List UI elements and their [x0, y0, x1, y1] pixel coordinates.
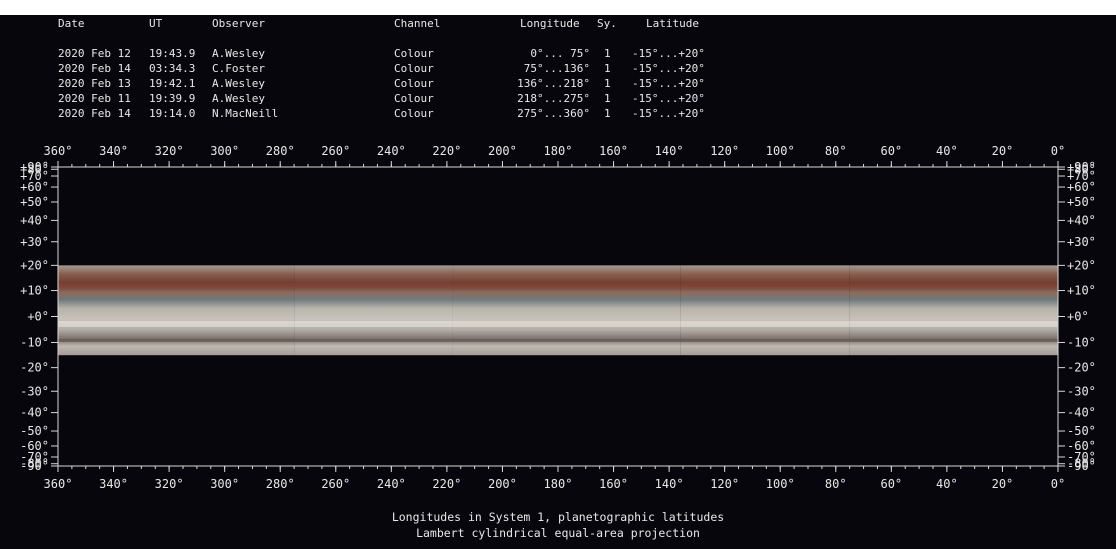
- belt-streak: [680, 283, 850, 289]
- lon-label-bottom: 280°: [266, 477, 295, 491]
- lat-label-right: +50°: [1067, 195, 1096, 209]
- lon-label-top: 140°: [655, 144, 684, 158]
- lon-label-top: 20°: [992, 144, 1014, 158]
- lon-label-top: 240°: [377, 144, 406, 158]
- lon-label-top: 40°: [936, 144, 958, 158]
- lon-label-bottom: 340°: [99, 477, 128, 491]
- lon-label-top: 60°: [880, 144, 902, 158]
- lon-label-bottom: 320°: [155, 477, 184, 491]
- caption-projection: Lambert cylindrical equal-area projectio…: [416, 526, 700, 540]
- zone-streak: [452, 321, 681, 328]
- lon-label-top: 160°: [599, 144, 628, 158]
- strip-image: [294, 265, 453, 356]
- lat-label-left: +0°: [27, 310, 49, 324]
- lat-label-left: +20°: [20, 258, 49, 272]
- lon-label-bottom: 80°: [825, 477, 847, 491]
- lon-label-bottom: 300°: [210, 477, 239, 491]
- cylindrical-map: 360° 360° 340° 340° 320° 320° 300° 300° 280° 280°…: [20, 144, 1096, 491]
- lon-label-top: 260°: [321, 144, 350, 158]
- lat-label-left: +10°: [20, 284, 49, 298]
- belt-streak: [58, 283, 295, 289]
- south-belt-line: [294, 339, 453, 343]
- imaged-strips: [58, 265, 1058, 356]
- belt-streak: [294, 283, 453, 289]
- lon-label-top: 120°: [710, 144, 739, 158]
- lon-label-top: 100°: [766, 144, 795, 158]
- lat-label-left: -20°: [20, 361, 49, 375]
- zone-streak: [680, 321, 850, 328]
- lon-label-bottom: 180°: [544, 477, 573, 491]
- lat-label-right: -50°: [1067, 424, 1096, 438]
- lat-label-right: -20°: [1067, 361, 1096, 375]
- strip-image: [849, 265, 1058, 356]
- lon-label-bottom: 60°: [880, 477, 902, 491]
- lon-label-bottom: 20°: [992, 477, 1014, 491]
- lon-label-bottom: 360°: [44, 477, 73, 491]
- lat-label-left: -50°: [20, 424, 49, 438]
- lat-label-left: -10°: [20, 335, 49, 349]
- strip-image: [680, 265, 850, 356]
- lat-label-left: -30°: [20, 384, 49, 398]
- lat-label-right: -90°: [1067, 459, 1096, 473]
- lon-label-top: 340°: [99, 144, 128, 158]
- lat-label-right: +40°: [1067, 213, 1096, 227]
- lat-label-left: +50°: [20, 195, 49, 209]
- south-belt-line: [849, 339, 1058, 343]
- lon-label-top: 220°: [432, 144, 461, 158]
- lon-label-top: 360°: [44, 144, 73, 158]
- lon-label-bottom: 220°: [432, 477, 461, 491]
- lon-label-bottom: 0°: [1051, 477, 1065, 491]
- lon-label-bottom: 160°: [599, 477, 628, 491]
- lat-label-left: -90°: [20, 459, 49, 473]
- south-belt-line: [58, 339, 295, 343]
- south-belt-line: [680, 339, 850, 343]
- lon-label-top: 320°: [155, 144, 184, 158]
- lat-label-left: +60°: [20, 180, 49, 194]
- strip-image: [452, 265, 681, 356]
- lon-label-bottom: 100°: [766, 477, 795, 491]
- lat-label-left: +40°: [20, 213, 49, 227]
- strip-image: [58, 265, 295, 356]
- lat-label-right: -10°: [1067, 335, 1096, 349]
- lat-label-right: -40°: [1067, 406, 1096, 420]
- lon-label-bottom: 140°: [655, 477, 684, 491]
- lat-label-right: +60°: [1067, 180, 1096, 194]
- lat-label-right: +20°: [1067, 258, 1096, 272]
- lon-label-bottom: 240°: [377, 477, 406, 491]
- lon-label-top: 280°: [266, 144, 295, 158]
- lon-label-bottom: 200°: [488, 477, 517, 491]
- lon-label-top: 0°: [1051, 144, 1065, 158]
- lat-label-right: -30°: [1067, 384, 1096, 398]
- south-belt-line: [452, 339, 681, 343]
- lat-label-right: +10°: [1067, 284, 1096, 298]
- lat-label-right: +30°: [1067, 235, 1096, 249]
- lon-label-top: 80°: [825, 144, 847, 158]
- lon-label-bottom: 120°: [710, 477, 739, 491]
- lon-label-top: 300°: [210, 144, 239, 158]
- lat-label-left: +30°: [20, 235, 49, 249]
- zone-streak: [58, 321, 295, 328]
- lon-label-top: 200°: [488, 144, 517, 158]
- belt-streak: [849, 283, 1058, 289]
- zone-streak: [849, 321, 1058, 328]
- caption-system: Longitudes in System 1, planetographic l…: [391, 510, 725, 524]
- lon-label-bottom: 40°: [936, 477, 958, 491]
- lon-label-top: 180°: [544, 144, 573, 158]
- zone-streak: [294, 321, 453, 328]
- lat-label-right: +0°: [1067, 310, 1089, 324]
- lon-label-bottom: 260°: [321, 477, 350, 491]
- lat-label-left: -40°: [20, 406, 49, 420]
- belt-streak: [452, 283, 681, 289]
